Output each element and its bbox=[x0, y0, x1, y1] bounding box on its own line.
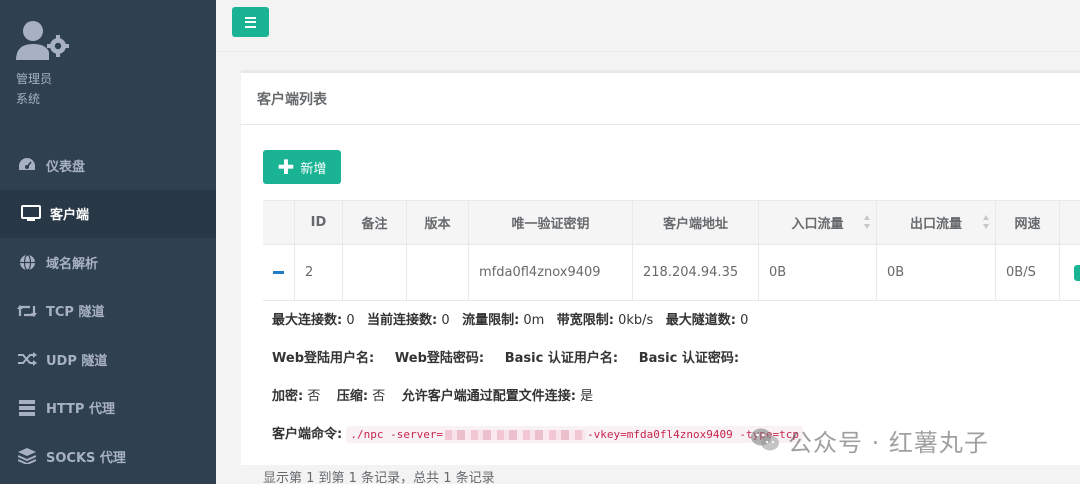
cell-id: 2 bbox=[295, 245, 343, 300]
column-header-id[interactable]: ID bbox=[295, 201, 343, 244]
add-button-label: 新增 bbox=[300, 161, 327, 177]
detail-label: Web登陆密码: bbox=[394, 351, 485, 366]
sidebar-item-label: UDP 隧道 bbox=[46, 353, 108, 369]
user-gear-icon[interactable] bbox=[16, 18, 70, 62]
detail-label: Web登陆用户名: bbox=[272, 351, 375, 366]
sidebar-item-label: 仪表盘 bbox=[46, 159, 86, 175]
column-header-out-flow[interactable]: 出口流量 bbox=[877, 201, 996, 244]
detail-value: 0m bbox=[523, 313, 545, 328]
menu-toggle-button[interactable] bbox=[232, 7, 269, 37]
minus-icon bbox=[273, 271, 284, 274]
cell-in-flow: 0B bbox=[759, 245, 877, 300]
table-header: ID 备注 版本 唯一验证密钥 客户端地址 入口流量 出口流量 网速 bbox=[263, 201, 1080, 245]
detail-limits-row: 最大连接数: 0 当前连接数: 0 流量限制: 0m 带宽限制: 0kb/s 最… bbox=[272, 309, 748, 328]
detail-label: Basic 认证密码: bbox=[638, 351, 740, 366]
command-prefix: ./npc -server= bbox=[350, 428, 444, 441]
sidebar-item-label: HTTP 代理 bbox=[46, 402, 115, 418]
add-client-button[interactable]: ✚ 新增 bbox=[263, 150, 341, 184]
detail-label: 加密: bbox=[272, 389, 304, 404]
client-command-code[interactable]: ./npc -server= -vkey=mfda0fl4znox9409 -ty… bbox=[346, 426, 803, 443]
detail-label: 客户端命令: bbox=[272, 427, 343, 442]
detail-value: 否 bbox=[372, 389, 386, 404]
column-header-in-flow[interactable]: 入口流量 bbox=[759, 201, 877, 244]
column-header-address[interactable]: 客户端地址 bbox=[633, 201, 759, 244]
column-header-status[interactable] bbox=[1060, 201, 1080, 244]
expand-column-header bbox=[263, 201, 295, 244]
detail-label: 最大连接数: bbox=[272, 313, 343, 328]
detail-label: 流量限制: bbox=[462, 313, 520, 328]
sidebar-item-label: SOCKS 代理 bbox=[46, 450, 126, 466]
sidebar-nav: 仪表盘 客户端 域名解析 TCP 隧道 UDP 隧道 HTTP 代理 SOCKS… bbox=[0, 141, 216, 481]
detail-options-row: 加密: 否 压缩: 否 允许客户端通过配置文件连接: 是 bbox=[272, 385, 593, 404]
client-table: ID 备注 版本 唯一验证密钥 客户端地址 入口流量 出口流量 网速 2 mfd… bbox=[263, 200, 1080, 301]
column-header-version[interactable]: 版本 bbox=[407, 201, 469, 244]
detail-label: Basic 认证用户名: bbox=[504, 351, 619, 366]
sidebar-item-udp[interactable]: UDP 隧道 bbox=[0, 335, 216, 384]
sidebar-item-label: TCP 隧道 bbox=[46, 305, 105, 321]
sidebar-item-tcp[interactable]: TCP 隧道 bbox=[0, 287, 216, 336]
user-profile: 管理员 系统 bbox=[16, 18, 206, 108]
hamburger-line bbox=[245, 21, 256, 23]
globe-icon bbox=[16, 253, 38, 271]
sidebar-item-dashboard[interactable]: 仪表盘 bbox=[0, 141, 216, 190]
detail-value: 0 bbox=[441, 313, 450, 328]
user-role: 系统 bbox=[16, 92, 41, 106]
detail-value: 0 bbox=[346, 313, 355, 328]
retweet-icon bbox=[16, 302, 38, 320]
sidebar-item-clients[interactable]: 客户端 bbox=[0, 189, 216, 238]
status-badge bbox=[1074, 264, 1080, 281]
cell-address: 218.204.94.35 bbox=[633, 245, 759, 300]
top-bar bbox=[216, 0, 1080, 52]
sort-icon bbox=[983, 215, 989, 229]
shuffle-icon bbox=[16, 350, 38, 368]
dashboard-icon bbox=[16, 156, 38, 174]
detail-value: 否 bbox=[307, 389, 321, 404]
detail-auth-row: Web登陆用户名: Web登陆密码: Basic 认证用户名: Basic 认证… bbox=[272, 347, 739, 366]
client-list-panel: 客户端列表 ✚ 新增 ID 备注 版本 唯一验证密钥 客户端地址 入口流量 出口… bbox=[241, 70, 1080, 465]
watermark: 公众号 · 红薯丸子 bbox=[750, 422, 989, 458]
server-icon bbox=[16, 399, 38, 417]
column-header-remark[interactable]: 备注 bbox=[343, 201, 407, 244]
detail-label: 当前连接数: bbox=[367, 313, 438, 328]
cell-remark bbox=[343, 245, 407, 300]
detail-label: 带宽限制: bbox=[556, 313, 614, 328]
cell-status bbox=[1060, 245, 1080, 300]
column-header-speed[interactable]: 网速 bbox=[996, 201, 1060, 244]
detail-value: 0kb/s bbox=[618, 313, 654, 328]
plus-icon: ✚ bbox=[277, 155, 295, 179]
sidebar-item-socks[interactable]: SOCKS 代理 bbox=[0, 432, 216, 481]
table-row: 2 mfda0fl4znox9409 218.204.94.35 0B 0B 0… bbox=[263, 245, 1080, 301]
cell-speed: 0B/S bbox=[996, 245, 1060, 300]
detail-label: 允许客户端通过配置文件连接: bbox=[401, 389, 576, 404]
watermark-text: 公众号 · 红薯丸子 bbox=[788, 428, 989, 457]
column-header-label: 出口流量 bbox=[909, 217, 962, 232]
cell-out-flow: 0B bbox=[877, 245, 996, 300]
cell-version bbox=[407, 245, 469, 300]
detail-value: 0 bbox=[740, 313, 749, 328]
wechat-icon bbox=[751, 428, 779, 451]
pagination-info: 显示第 1 到第 1 条记录，总共 1 条记录 bbox=[263, 471, 495, 484]
sidebar-item-label: 客户端 bbox=[50, 208, 90, 224]
sort-icon bbox=[864, 215, 870, 229]
detail-command-row: 客户端命令: ./npc -server= -vkey=mfda0fl4znox9… bbox=[272, 423, 803, 443]
sidebar-item-http[interactable]: HTTP 代理 bbox=[0, 384, 216, 433]
collapse-row-button[interactable] bbox=[263, 245, 295, 300]
cell-vkey: mfda0fl4znox9409 bbox=[469, 245, 633, 300]
hamburger-icon bbox=[245, 16, 256, 19]
monitor-icon bbox=[20, 205, 42, 223]
panel-title: 客户端列表 bbox=[241, 73, 1080, 125]
sidebar-item-label: 域名解析 bbox=[46, 256, 99, 272]
hamburger-line bbox=[245, 25, 256, 28]
column-header-vkey[interactable]: 唯一验证密钥 bbox=[469, 201, 633, 244]
sidebar: 管理员 系统 仪表盘 客户端 域名解析 TCP 隧道 UDP 隧道 HTTP 代… bbox=[0, 0, 216, 484]
user-name[interactable]: 管理员 bbox=[16, 68, 206, 90]
sidebar-item-domain[interactable]: 域名解析 bbox=[0, 238, 216, 287]
detail-label: 压缩: bbox=[336, 389, 369, 404]
detail-label: 最大隧道数: bbox=[665, 313, 736, 328]
column-header-label: 入口流量 bbox=[791, 217, 844, 232]
layers-icon bbox=[16, 447, 38, 465]
detail-value: 是 bbox=[580, 389, 594, 404]
redacted-server-address bbox=[445, 430, 586, 440]
